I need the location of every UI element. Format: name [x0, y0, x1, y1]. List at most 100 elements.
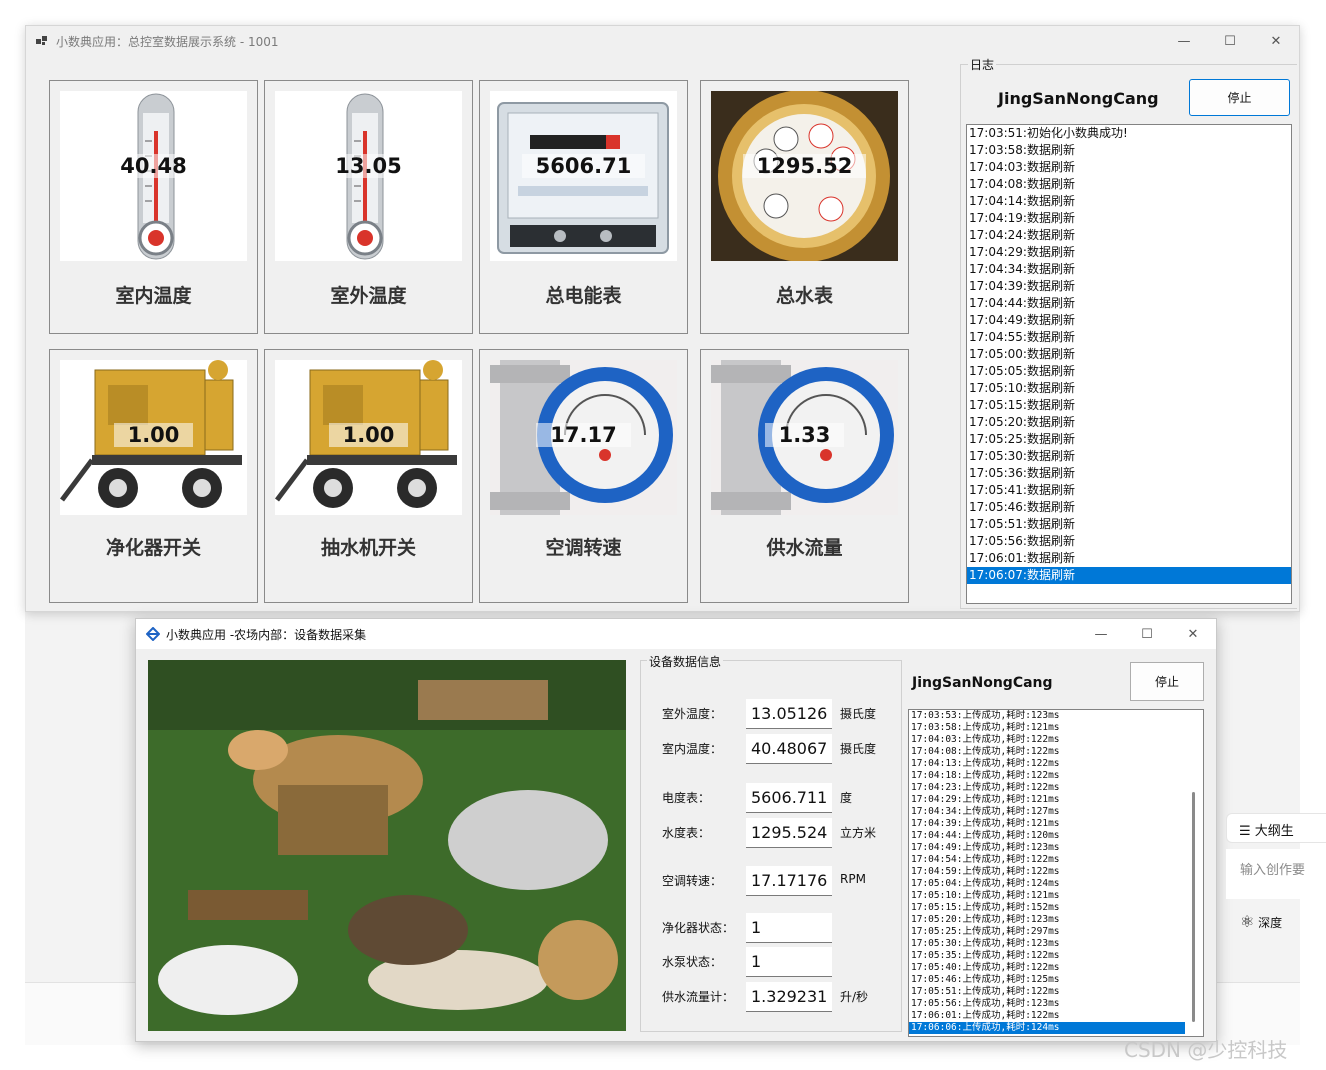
water-meter-field[interactable]: 1295.524: [746, 818, 832, 848]
indoor-temperature-field[interactable]: 40.48067: [746, 734, 832, 764]
log-item[interactable]: 17:04:39:上传成功,耗时:121ms: [909, 818, 1185, 830]
log-item[interactable]: 17:06:01:数据刷新: [967, 550, 1291, 567]
log-item[interactable]: 17:05:46:上传成功,耗时:125ms: [909, 974, 1185, 986]
app-icon: [36, 36, 47, 45]
log-item[interactable]: 17:05:46:数据刷新: [967, 499, 1291, 516]
tile-outdoor-temperature[interactable]: 13.05 室外温度: [264, 80, 473, 334]
log-item[interactable]: 17:05:56:上传成功,耗时:123ms: [909, 998, 1185, 1010]
tile-value: 13.05: [321, 154, 416, 178]
log-item[interactable]: 17:05:51:数据刷新: [967, 516, 1291, 533]
close-button[interactable]: ✕: [1253, 26, 1299, 56]
log-item[interactable]: 17:04:23:上传成功,耗时:122ms: [909, 782, 1185, 794]
electric-meter-field[interactable]: 5606.711: [746, 783, 832, 813]
log-item[interactable]: 17:05:10:数据刷新: [967, 380, 1291, 397]
log-item[interactable]: 17:04:24:数据刷新: [967, 227, 1291, 244]
log-item[interactable]: 17:04:29:数据刷新: [967, 244, 1291, 261]
log-item[interactable]: 17:05:25:数据刷新: [967, 431, 1291, 448]
log-item[interactable]: 17:04:29:上传成功,耗时:121ms: [909, 794, 1185, 806]
log-item[interactable]: 17:04:19:数据刷新: [967, 210, 1291, 227]
atom-icon: ⚛: [1240, 912, 1255, 931]
upload-log-list[interactable]: 17:03:53:上传成功,耗时:123ms 17:03:58:上传成功,耗时:1…: [908, 709, 1204, 1037]
log-item[interactable]: 17:03:58:数据刷新: [967, 142, 1291, 159]
stop-button[interactable]: 停止: [1130, 662, 1204, 701]
outline-button[interactable]: ☰ 大纲生: [1226, 813, 1326, 843]
tile-pump-switch[interactable]: 1.00 抽水机开关: [264, 349, 473, 603]
log-item[interactable]: 17:04:08:数据刷新: [967, 176, 1291, 193]
log-item[interactable]: 17:05:00:数据刷新: [967, 346, 1291, 363]
log-item[interactable]: 17:05:35:上传成功,耗时:122ms: [909, 950, 1185, 962]
tile-water-meter[interactable]: 1295.52 总水表: [700, 80, 909, 334]
purifier-status-field[interactable]: 1: [746, 913, 832, 943]
ac-speed-field[interactable]: 17.17176: [746, 866, 832, 896]
tile-indoor-temperature[interactable]: 40.48 室内温度: [49, 80, 258, 334]
log-item[interactable]: 17:03:58:上传成功,耗时:121ms: [909, 722, 1185, 734]
log-item[interactable]: 17:06:06:上传成功,耗时:124ms: [909, 1022, 1185, 1034]
collector-window: 小数典应用 -农场内部：设备数据采集 — ☐ ✕ 设备数据信息 室外温度： 13…: [135, 618, 1217, 1042]
log-item[interactable]: 17:04:49:上传成功,耗时:123ms: [909, 842, 1185, 854]
tile-value: 1.00: [113, 423, 194, 447]
log-list[interactable]: 17:03:51:初始化小数典成功! 17:03:58:数据刷新 17:04:03:…: [966, 124, 1292, 604]
log-item[interactable]: 17:05:30:上传成功,耗时:123ms: [909, 938, 1185, 950]
log-item[interactable]: 17:05:40:上传成功,耗时:122ms: [909, 962, 1185, 974]
log-item[interactable]: 17:03:53:上传成功,耗时:123ms: [909, 710, 1185, 722]
log-item[interactable]: 17:04:44:上传成功,耗时:120ms: [909, 830, 1185, 842]
deep-think-label: 深度: [1258, 916, 1283, 930]
log-item[interactable]: 17:04:34:数据刷新: [967, 261, 1291, 278]
log-item[interactable]: 17:05:41:数据刷新: [967, 482, 1291, 499]
log-item[interactable]: 17:05:15:上传成功,耗时:152ms: [909, 902, 1185, 914]
tile-ac-speed[interactable]: 17.17 空调转速: [479, 349, 688, 603]
log-item[interactable]: 17:04:03:数据刷新: [967, 159, 1291, 176]
deep-think-button[interactable]: ⚛ 深度: [1240, 912, 1282, 931]
tile-electric-meter[interactable]: 5606.71 总电能表: [479, 80, 688, 334]
farm-image: [148, 660, 626, 1031]
log-item[interactable]: 17:05:20:数据刷新: [967, 414, 1291, 431]
log-item[interactable]: 17:05:10:上传成功,耗时:121ms: [909, 890, 1185, 902]
log-item[interactable]: 17:04:49:数据刷新: [967, 312, 1291, 329]
minimize-button[interactable]: —: [1078, 619, 1124, 649]
log-item[interactable]: 17:05:51:上传成功,耗时:122ms: [909, 986, 1185, 998]
log-item[interactable]: 17:05:30:数据刷新: [967, 448, 1291, 465]
log-item[interactable]: 17:05:25:上传成功,耗时:297ms: [909, 926, 1185, 938]
log-item[interactable]: 17:04:03:上传成功,耗时:122ms: [909, 734, 1185, 746]
log-item[interactable]: 17:05:56:数据刷新: [967, 533, 1291, 550]
log-item[interactable]: 17:04:39:数据刷新: [967, 278, 1291, 295]
log-item[interactable]: 17:05:15:数据刷新: [967, 397, 1291, 414]
log-item[interactable]: 17:03:51:初始化小数典成功!: [967, 125, 1291, 142]
pump-status-field[interactable]: 1: [746, 947, 832, 977]
scrollbar[interactable]: [1187, 712, 1201, 1034]
main-titlebar[interactable]: 小数典应用：总控室数据展示系统 - 1001 — ☐ ✕: [26, 26, 1299, 56]
water-flow-field[interactable]: 1.329231: [746, 982, 832, 1012]
tile-purifier-switch[interactable]: 1.00 净化器开关: [49, 349, 258, 603]
log-item[interactable]: 17:04:13:上传成功,耗时:122ms: [909, 758, 1185, 770]
maximize-button[interactable]: ☐: [1124, 619, 1170, 649]
compose-input[interactable]: 输入创作要: [1226, 849, 1326, 899]
outdoor-temperature-field[interactable]: 13.05126: [746, 699, 832, 729]
log-item[interactable]: 17:04:18:上传成功,耗时:122ms: [909, 770, 1185, 782]
collector-titlebar[interactable]: 小数典应用 -农场内部：设备数据采集 — ☐ ✕: [136, 619, 1216, 649]
minimize-button[interactable]: —: [1161, 26, 1207, 56]
log-item[interactable]: 17:05:36:数据刷新: [967, 465, 1291, 482]
log-item[interactable]: 17:04:14:数据刷新: [967, 193, 1291, 210]
maximize-button[interactable]: ☐: [1207, 26, 1253, 56]
log-item[interactable]: 17:05:04:上传成功,耗时:124ms: [909, 878, 1185, 890]
log-item[interactable]: 17:04:44:数据刷新: [967, 295, 1291, 312]
log-item[interactable]: 17:04:34:上传成功,耗时:127ms: [909, 806, 1185, 818]
app-icon: [146, 627, 160, 641]
log-item[interactable]: 17:06:01:上传成功,耗时:122ms: [909, 1010, 1185, 1022]
tile-water-flow[interactable]: 1.33 供水流量: [700, 349, 909, 603]
tile-label: 空调转速: [545, 537, 622, 559]
log-item[interactable]: 17:05:20:上传成功,耗时:123ms: [909, 914, 1185, 926]
stop-button[interactable]: 停止: [1189, 79, 1290, 116]
log-item[interactable]: 17:04:55:数据刷新: [967, 329, 1291, 346]
scrollbar-thumb[interactable]: [1192, 792, 1195, 1022]
tile-value: 40.48: [106, 154, 201, 178]
close-button[interactable]: ✕: [1170, 619, 1216, 649]
field-row: 供水流量计： 1.329231 升/秒: [641, 982, 903, 1012]
log-item[interactable]: 17:04:54:上传成功,耗时:122ms: [909, 854, 1185, 866]
field-label: 室内温度：: [662, 742, 723, 756]
field-label: 空调转速：: [662, 874, 723, 888]
log-item[interactable]: 17:04:08:上传成功,耗时:122ms: [909, 746, 1185, 758]
log-item[interactable]: 17:04:59:上传成功,耗时:122ms: [909, 866, 1185, 878]
log-item[interactable]: 17:05:05:数据刷新: [967, 363, 1291, 380]
log-item[interactable]: 17:06:07:数据刷新: [967, 567, 1291, 584]
